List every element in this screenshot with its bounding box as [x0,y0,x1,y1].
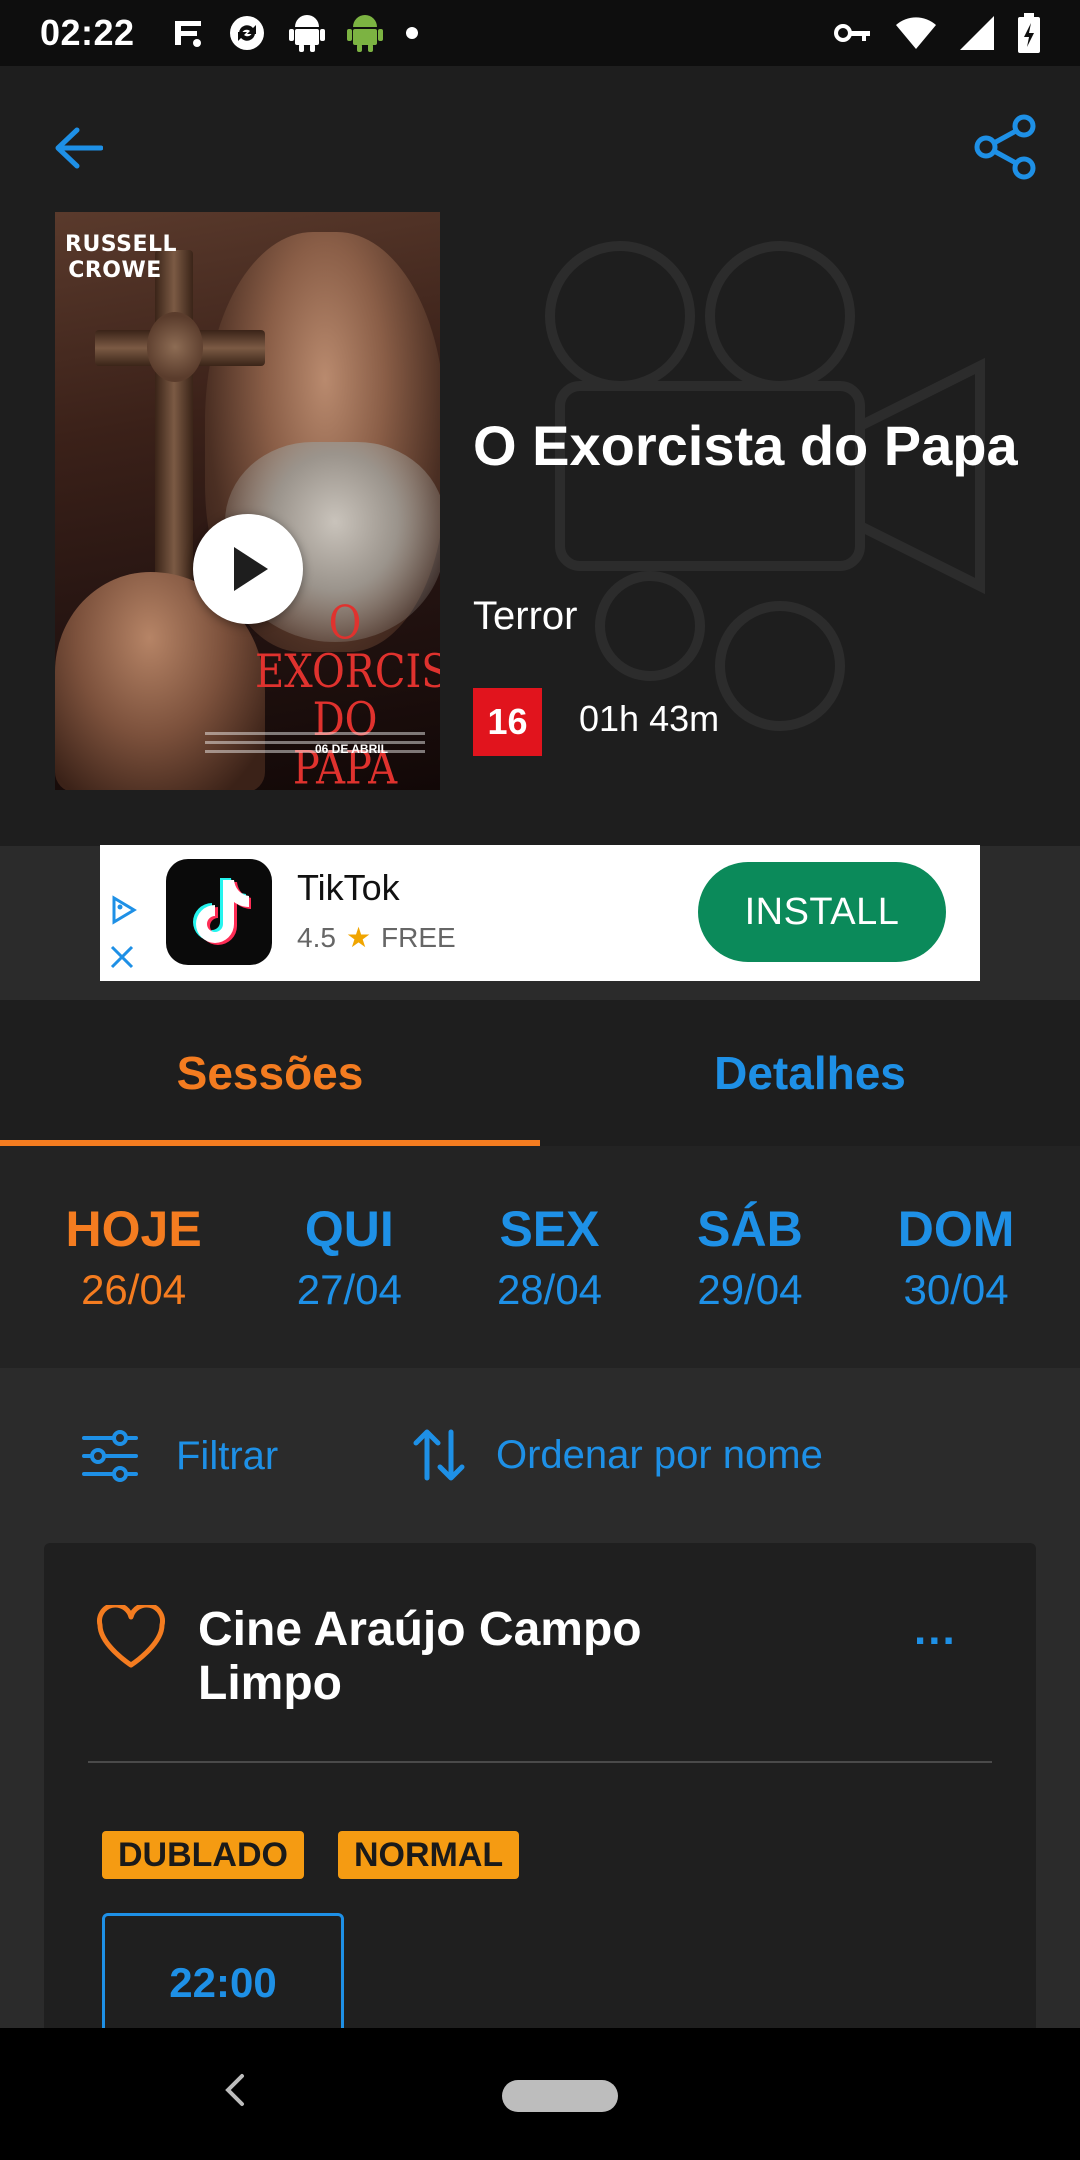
tab-bar: Sessões Detalhes [0,1000,1080,1146]
filter-bar: Filtrar Ordenar por nome [0,1368,1080,1538]
movie-poster[interactable]: RUSSELL CROWE O EXORCISTA DO PAPA 06 DE … [55,212,440,790]
tab-detalhes[interactable]: Detalhes [540,1000,1080,1146]
close-icon[interactable] [108,943,136,971]
filter-button[interactable]: Filtrar [82,1428,278,1484]
play-icon [234,547,268,591]
more-options-button[interactable]: ... [914,1605,957,1655]
status-time: 02:22 [40,12,135,53]
day-item-hoje[interactable]: HOJE 26/04 [66,1200,202,1314]
tag-dublado: DUBLADO [102,1831,304,1879]
status-icons-right [834,13,1040,53]
android-green-icon [346,13,383,53]
android-icon [288,13,325,53]
movie-title: O Exorcista do Papa [473,414,1018,477]
age-rating-badge: 16 [473,688,542,756]
refresh-app-icon [227,13,267,53]
battery-charging-icon [1018,13,1040,53]
poster-date: 06 DE ABRIL [315,742,388,756]
signal-icon [960,16,994,50]
ad-app-meta: 4.5 ★ FREE [297,921,456,954]
day-name: HOJE [65,1201,202,1257]
day-name: SÁB [697,1201,803,1257]
share-button[interactable] [970,112,1040,182]
day-date: 27/04 [296,1266,402,1313]
install-button[interactable]: INSTALL [698,862,946,962]
day-date: 28/04 [496,1266,603,1313]
day-item-dom[interactable]: DOM 30/04 [898,1200,1015,1314]
share-icon [974,114,1036,180]
divider [88,1761,992,1763]
dot-icon [405,26,419,40]
day-selector: HOJE 26/04 QUI 27/04 SEX 28/04 SÁB 29/04… [0,1146,1080,1368]
cinema-card: Cine Araújo Campo Limpo ... DUBLADO NORM… [44,1543,1036,2053]
arrow-left-icon [55,127,103,169]
star-icon: ★ [345,922,372,953]
nav-back-icon[interactable] [222,2070,246,2110]
day-name: DOM [897,1201,1015,1257]
ad-choices-icon[interactable] [108,895,138,925]
cinema-name: Cine Araújo Campo Limpo [198,1603,642,1710]
movie-duration: 01h 43m [579,698,720,739]
tab-sessoes[interactable]: Sessões [0,1000,540,1146]
tiktok-app-icon [166,859,272,965]
tab-label: Detalhes [714,1047,906,1099]
tab-label: Sessões [176,1047,364,1099]
nav-home-pill[interactable] [502,2080,618,2112]
movie-genre: Terror [473,594,578,638]
ad-price: FREE [381,921,456,953]
tag-normal: NORMAL [338,1831,520,1879]
status-bar: 02:22 [0,0,1080,66]
day-date: 26/04 [81,1266,187,1313]
sort-arrows-icon [413,1429,465,1481]
poster-credits [205,732,425,782]
day-date: 29/04 [697,1266,803,1313]
wifi-icon [896,17,936,49]
movie-header: RUSSELL CROWE O EXORCISTA DO PAPA 06 DE … [0,66,1080,846]
day-item-qui[interactable]: QUI 27/04 [297,1200,402,1314]
day-name: SEX [499,1201,600,1257]
day-item-sab[interactable]: SÁB 29/04 [697,1200,803,1314]
day-date: 30/04 [903,1266,1009,1313]
vpn-key-icon [834,21,872,45]
ad-app-name: TikTok [297,867,400,908]
favorite-button[interactable] [96,1602,166,1674]
day-item-sex[interactable]: SEX 28/04 [497,1200,602,1314]
sort-label: Ordenar por nome [496,1432,823,1477]
status-icons-left [171,13,419,53]
sliders-icon [82,1430,138,1482]
ad-rating: 4.5 [297,921,336,953]
poster-actor: RUSSELL CROWE [65,232,178,283]
sort-button[interactable]: Ordenar por nome [412,1428,823,1482]
heart-icon [97,1602,165,1668]
filter-label: Filtrar [176,1433,279,1478]
day-name: QUI [304,1201,394,1257]
fitness-icon [171,15,205,51]
ad-banner[interactable]: TikTok 4.5 ★ FREE INSTALL [100,845,980,981]
poster-cross [155,250,193,610]
play-trailer-button[interactable] [193,514,303,624]
poster-cross-medal [147,312,203,382]
back-button[interactable] [48,118,108,178]
system-nav-bar [0,2028,1080,2160]
ad-choices [108,895,138,971]
